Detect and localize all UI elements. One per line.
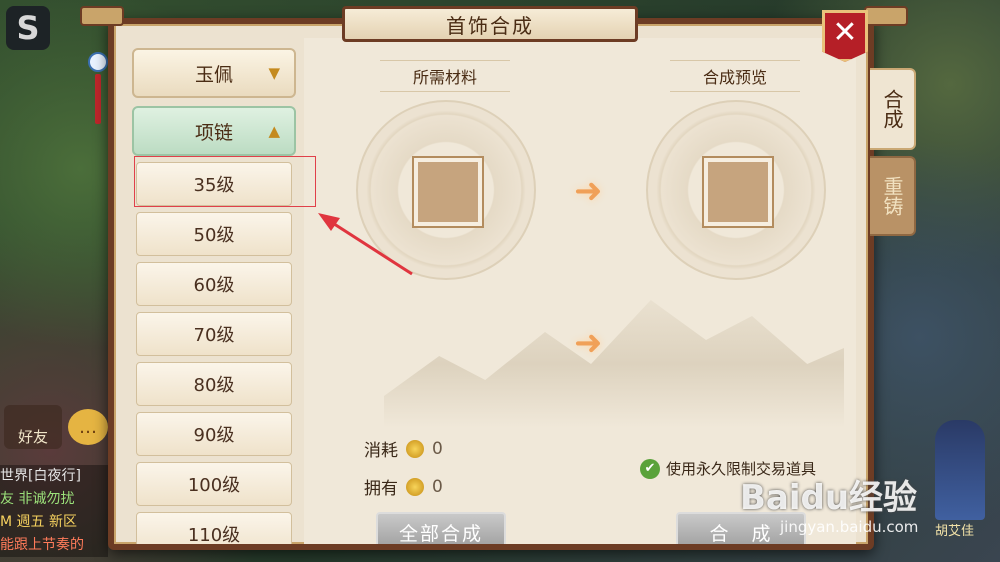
watermark-brand: Baidu经验 <box>740 478 918 518</box>
watermark-url: jingyan.baidu.com <box>780 518 919 536</box>
